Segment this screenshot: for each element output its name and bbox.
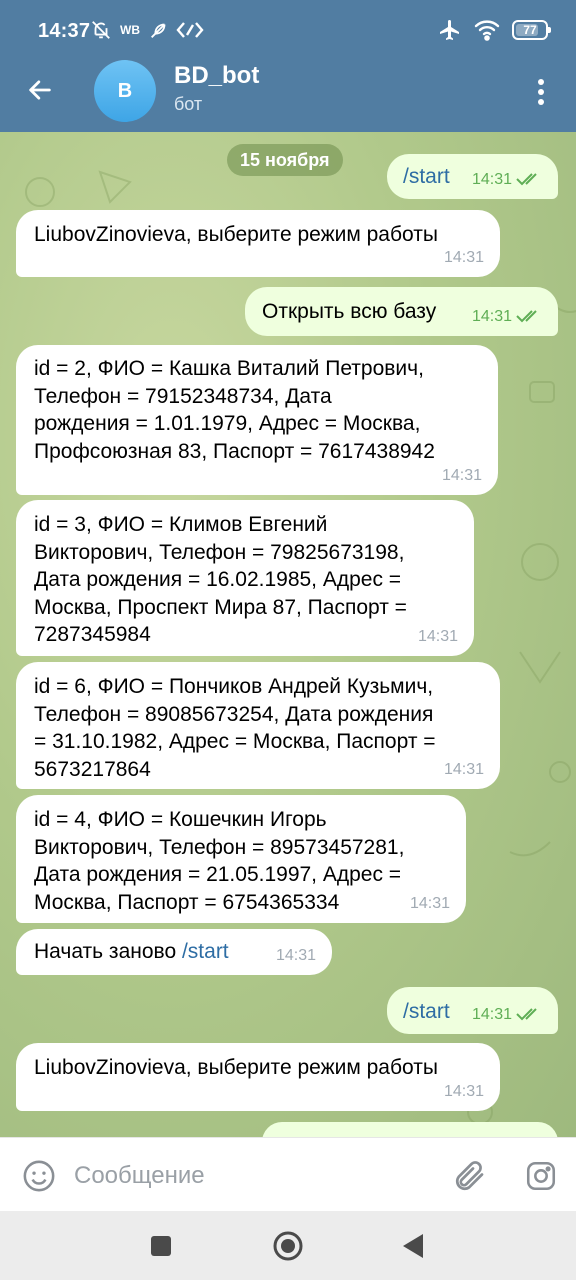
message-text: LiubovZinovieva, выберите режим работы bbox=[34, 1056, 438, 1079]
battery-icon: 77 bbox=[512, 20, 551, 40]
message-outgoing[interactable]: /start 14:31 bbox=[387, 987, 558, 1034]
message-time: 14:31 bbox=[409, 894, 450, 912]
start-command-link[interactable]: /start bbox=[182, 940, 229, 963]
chat-title[interactable]: BD_bot bbox=[174, 62, 259, 90]
message-meta: 14:31 bbox=[472, 1001, 542, 1029]
message-time: 14:31 bbox=[443, 1082, 484, 1100]
message-incoming[interactable]: LiubovZinovieva, выберите режим работы 1… bbox=[16, 1043, 500, 1111]
airplane-icon bbox=[440, 20, 459, 40]
message-time: 14:31 bbox=[441, 466, 482, 484]
message-time: 14:31 bbox=[417, 627, 458, 645]
circle-icon bbox=[273, 1231, 303, 1261]
message-incoming[interactable]: Начать заново /start 14:31 bbox=[16, 929, 332, 975]
link-icon bbox=[176, 22, 204, 38]
message-meta: 14:31 bbox=[472, 303, 542, 331]
status-icons-left: WB bbox=[90, 19, 204, 41]
double-check-icon bbox=[516, 1008, 537, 1021]
double-check-icon bbox=[516, 310, 537, 323]
feather-icon bbox=[151, 23, 166, 38]
status-icons-right: 77 bbox=[438, 18, 551, 42]
message-meta: 14:31 bbox=[444, 1078, 484, 1106]
recents-button[interactable] bbox=[144, 1229, 178, 1263]
camera-button[interactable] bbox=[524, 1159, 558, 1193]
message-text: id = 4, ФИО = Кошечкин Игорь Викторович,… bbox=[34, 808, 405, 914]
message-incoming[interactable]: LiubovZinovieva, выберите режим работы 1… bbox=[16, 210, 500, 277]
message-time: 14:31 bbox=[275, 946, 316, 964]
avatar-letter: B bbox=[117, 79, 133, 102]
message-text: id = 6, ФИО = Пончиков Андрей Кузьмич, Т… bbox=[34, 675, 436, 781]
message-composer bbox=[0, 1137, 576, 1211]
message-input[interactable] bbox=[74, 1154, 434, 1198]
app-bar: B BD_bot бот bbox=[0, 56, 576, 132]
message-meta: 14:31 bbox=[472, 166, 542, 194]
message-meta: 14:31 bbox=[418, 623, 458, 651]
wifi-icon bbox=[474, 20, 500, 41]
message-outgoing[interactable]: Открыть всю базу 14:31 bbox=[245, 287, 558, 336]
emoji-icon bbox=[23, 1160, 55, 1192]
message-meta: 14:31 bbox=[410, 890, 450, 918]
message-incoming[interactable]: id = 3, ФИО = Климов Евгений Викторович,… bbox=[16, 500, 474, 656]
square-icon bbox=[151, 1236, 171, 1256]
carrier-badge: WB bbox=[120, 23, 140, 37]
paperclip-icon bbox=[455, 1161, 484, 1191]
message-time: 14:31 bbox=[443, 248, 484, 266]
chat-area[interactable]: 15 ноября /start 14:31 LiubovZinovieva, … bbox=[0, 132, 576, 1137]
more-vertical-icon bbox=[538, 79, 544, 105]
chat-subtitle: бот bbox=[174, 94, 203, 114]
message-incoming[interactable]: id = 2, ФИО = Кашка Виталий Петрович, Те… bbox=[16, 345, 498, 495]
date-separator: 15 ноября bbox=[227, 144, 343, 176]
arrow-left-icon bbox=[29, 80, 51, 100]
back-button[interactable] bbox=[20, 70, 60, 110]
message-text: LiubovZinovieva, выберите режим работы bbox=[34, 223, 438, 246]
battery-level: 77 bbox=[523, 23, 537, 37]
message-time: 14:31 bbox=[471, 1005, 512, 1023]
message-meta: 14:31 bbox=[442, 462, 482, 490]
status-time: 14:37 bbox=[38, 20, 91, 42]
message-text: id = 2, ФИО = Кашка Виталий Петрович, Те… bbox=[34, 357, 435, 463]
message-text-prefix: Начать заново bbox=[34, 940, 182, 963]
double-check-icon bbox=[516, 173, 537, 186]
emoji-button[interactable] bbox=[22, 1159, 56, 1193]
message-outgoing[interactable]: /start 14:31 bbox=[387, 154, 558, 199]
triangle-back-icon bbox=[403, 1234, 423, 1258]
message-time: 14:31 bbox=[443, 760, 484, 778]
camera-icon bbox=[526, 1161, 556, 1191]
chat-header: 14:37 WB 77 B BD_bot бот bbox=[0, 0, 576, 132]
message-text: id = 3, ФИО = Климов Евгений Викторович,… bbox=[34, 513, 407, 646]
system-navigation-bar bbox=[0, 1211, 576, 1280]
message-meta: 14:31 bbox=[444, 244, 484, 272]
home-button[interactable] bbox=[271, 1229, 305, 1263]
message-incoming[interactable]: id = 4, ФИО = Кошечкин Игорь Викторович,… bbox=[16, 795, 466, 923]
message-incoming[interactable]: id = 6, ФИО = Пончиков Андрей Кузьмич, Т… bbox=[16, 662, 500, 789]
status-bar: 14:37 WB 77 bbox=[0, 0, 576, 62]
avatar[interactable]: B bbox=[94, 60, 156, 122]
more-options-button[interactable] bbox=[526, 72, 556, 112]
message-time: 14:31 bbox=[471, 307, 512, 325]
message-meta: 14:31 bbox=[276, 942, 316, 970]
message-meta: 14:31 bbox=[444, 756, 484, 784]
message-time: 14:31 bbox=[471, 170, 512, 188]
message-outgoing-partial[interactable] bbox=[262, 1122, 558, 1137]
back-nav-button[interactable] bbox=[396, 1229, 430, 1263]
mute-bell-icon bbox=[92, 21, 110, 39]
attach-button[interactable] bbox=[452, 1158, 488, 1194]
